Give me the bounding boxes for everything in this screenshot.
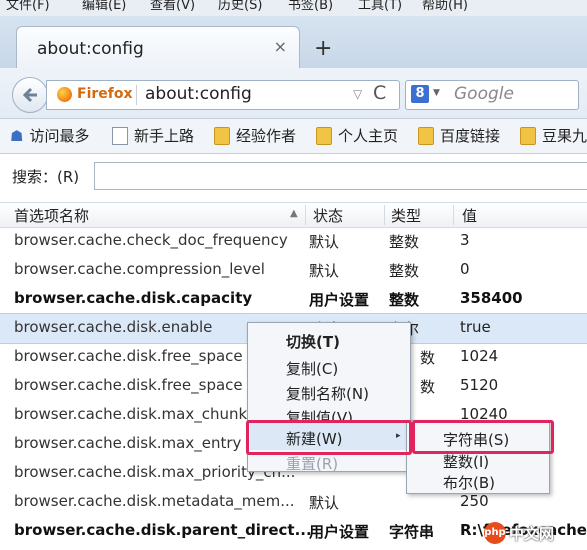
bookmark-folder-douguo[interactable]: 豆果九 — [520, 125, 587, 146]
watermark-logo: php — [484, 522, 506, 544]
folder-icon — [520, 126, 536, 145]
watermark-text: 中文网 — [509, 525, 555, 543]
pref-value: 358400 — [460, 289, 523, 307]
pref-value: true — [460, 318, 491, 336]
bookmark-folder-homepage[interactable]: 个人主页 — [316, 125, 398, 146]
bookmark-folder-baidu[interactable]: 百度链接 — [418, 125, 500, 146]
back-button[interactable] — [12, 77, 48, 113]
bookmark-label: 豆果九 — [542, 127, 587, 145]
table-row[interactable]: browser.cache.check_doc_frequency 默认 整数 … — [0, 227, 587, 256]
chevron-down-icon[interactable]: ▼ — [433, 88, 440, 98]
pref-name: browser.cache.disk.metadata_mem... — [14, 492, 295, 510]
close-icon[interactable]: × — [274, 37, 287, 56]
column-header-name[interactable]: 首选项名称 — [14, 205, 89, 226]
tab-strip: about:config × + — [0, 16, 587, 69]
pref-state: 默认 — [309, 233, 340, 251]
bookmark-label: 访问最多 — [29, 127, 90, 145]
menu-item-reset[interactable]: 重置(R) — [286, 453, 338, 474]
menu-item-new-integer[interactable]: 整数(I) — [443, 451, 489, 472]
column-header-value[interactable]: 值 — [462, 205, 477, 226]
search-label: 搜索：(R) — [12, 168, 80, 186]
annotation-box-string — [412, 420, 554, 454]
menu-tools[interactable]: 工具(T) — [358, 0, 402, 13]
menu-item-new-boolean[interactable]: 布尔(B) — [443, 472, 495, 493]
table-header: 首选项名称 ▲ 状态 类型 值 — [0, 202, 587, 228]
menu-item-copy-name[interactable]: 复制名称(N) — [286, 383, 369, 404]
menu-item-copy[interactable]: 复制(C) — [286, 358, 338, 379]
preference-search-input[interactable] — [94, 162, 587, 190]
reload-icon[interactable]: C — [373, 82, 386, 104]
pref-name: browser.cache.disk.max_entry — [14, 434, 242, 452]
tab-about-config[interactable]: about:config × — [16, 26, 300, 69]
table-row[interactable]: browser.cache.compression_level 默认 整数 0 — [0, 256, 587, 285]
bookmark-most-visited[interactable]: ☗ 访问最多 — [10, 125, 89, 146]
pref-name: browser.cache.compression_level — [14, 260, 265, 278]
folder-icon — [418, 126, 434, 145]
menu-edit[interactable]: 编辑(E) — [82, 0, 126, 13]
pref-value: 250 — [460, 492, 489, 510]
folder-icon — [316, 126, 332, 145]
search-bar[interactable]: 8 ▼ Google — [405, 80, 579, 110]
column-header-state[interactable]: 状态 — [313, 205, 343, 226]
new-tab-button[interactable]: + — [314, 36, 332, 61]
watermark: php 中文网 — [484, 518, 584, 548]
pref-value: 1024 — [460, 347, 499, 365]
pref-name: browser.cache.check_doc_frequency — [14, 231, 288, 249]
menu-help[interactable]: 帮助(H) — [422, 0, 468, 13]
folder-icon — [214, 126, 230, 145]
pref-name: browser.cache.disk.max_chunk — [14, 405, 248, 423]
pref-value: 0 — [460, 260, 470, 278]
bookmark-label: 经验作者 — [236, 127, 297, 145]
column-divider[interactable] — [384, 205, 385, 225]
pref-value: 5120 — [460, 376, 499, 394]
url-input[interactable]: about:config — [145, 84, 252, 104]
pref-state: 用户设置 — [309, 523, 370, 541]
url-dropdown-icon[interactable]: ▽ — [353, 87, 362, 101]
menu-item-toggle[interactable]: 切换(T) — [286, 331, 340, 352]
site-identity[interactable]: Firefox — [77, 86, 133, 102]
bookmark-label: 个人主页 — [338, 127, 399, 145]
column-header-type[interactable]: 类型 — [391, 205, 421, 226]
navigation-bar: Firefox about:config ▽ C 8 ▼ Google — [0, 68, 587, 119]
url-bar[interactable]: Firefox about:config ▽ C — [46, 80, 400, 110]
pref-type: 整数 — [389, 233, 420, 251]
pref-type: 数 — [420, 378, 436, 396]
menu-file[interactable]: 文件(F) — [6, 0, 50, 13]
pref-type: 整数 — [389, 262, 420, 280]
pref-name: browser.cache.disk.parent_direct... — [14, 521, 312, 539]
firefox-icon — [57, 87, 72, 102]
menu-history[interactable]: 历史(S) — [218, 0, 262, 13]
pref-state: 用户设置 — [309, 291, 370, 309]
pref-type: 字符串 — [389, 523, 435, 541]
menu-view[interactable]: 查看(V) — [150, 0, 195, 13]
pref-name: browser.cache.disk.free_space — [14, 347, 243, 365]
column-divider[interactable] — [453, 205, 454, 225]
back-arrow-icon — [22, 87, 37, 103]
column-divider[interactable] — [305, 205, 306, 225]
bookmark-label: 百度链接 — [440, 127, 501, 145]
pref-type: 数 — [420, 349, 436, 367]
pref-state: 默认 — [309, 494, 340, 512]
pref-type: 整数 — [389, 291, 420, 309]
bookmark-folder-authors[interactable]: 经验作者 — [214, 125, 296, 146]
annotation-box-new — [246, 420, 412, 455]
bookmark-star-icon: ☗ — [10, 126, 24, 145]
sort-up-icon: ▲ — [290, 208, 298, 219]
menu-bookmarks[interactable]: 书签(B) — [288, 0, 333, 13]
pref-name: browser.cache.disk.free_space — [14, 376, 243, 394]
pref-state: 默认 — [309, 262, 340, 280]
url-divider — [136, 85, 137, 105]
bookmark-label: 新手上路 — [134, 127, 195, 145]
table-row[interactable]: browser.cache.disk.capacity 用户设置 整数 3584… — [0, 285, 587, 314]
search-engine-icon[interactable]: 8 — [411, 85, 429, 103]
pref-name: browser.cache.disk.capacity — [14, 289, 253, 307]
pref-value: 3 — [460, 231, 470, 249]
page-icon — [112, 126, 128, 145]
bookmarks-toolbar: ☗ 访问最多 新手上路 经验作者 个人主页 百度链接 豆果九 — [0, 119, 587, 154]
menu-bar: 文件(F) 编辑(E) 查看(V) 历史(S) 书签(B) 工具(T) 帮助(H… — [0, 0, 587, 16]
bookmark-getting-started[interactable]: 新手上路 — [112, 125, 194, 146]
tab-title: about:config — [37, 39, 144, 59]
search-placeholder[interactable]: Google — [454, 84, 514, 104]
pref-name: browser.cache.disk.enable — [14, 318, 213, 336]
